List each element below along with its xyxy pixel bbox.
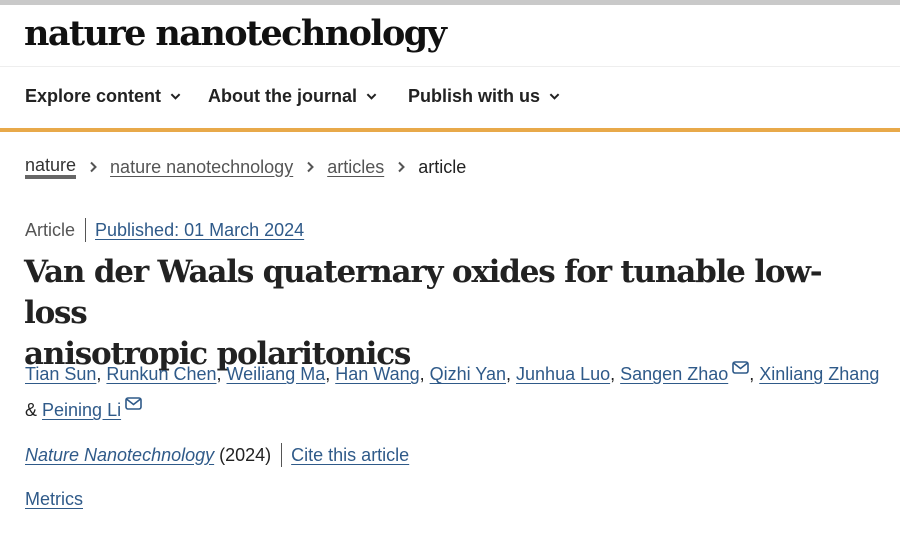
nav-about-journal[interactable]: About the journal: [208, 86, 377, 107]
metrics-link[interactable]: Metrics: [25, 489, 83, 509]
nav-item-label: Explore content: [25, 86, 162, 106]
breadcrumb-articles[interactable]: articles: [327, 157, 384, 178]
published-date-link[interactable]: Published: 01 March 2024: [95, 220, 304, 241]
author-link[interactable]: Qizhi Yan: [430, 364, 506, 384]
chevron-right-icon: [90, 161, 97, 173]
article-title-line-1: Van der Waals quaternary oxides for tuna…: [24, 254, 823, 331]
cite-article-link[interactable]: Cite this article: [291, 445, 409, 466]
author-separator: ,: [96, 364, 107, 384]
author-separator: ,: [419, 364, 430, 384]
author-separator: ,: [610, 364, 621, 384]
breadcrumb-current: article: [418, 156, 467, 177]
nav-publish-with-us[interactable]: Publish with us: [408, 86, 560, 107]
journal-logo[interactable]: nature nanotechnology: [24, 14, 447, 54]
chevron-down-icon: [549, 93, 560, 100]
author-list: Tian Sun, Runkun Chen, Weiliang Ma, Han …: [25, 356, 885, 428]
article-meta: Article Published: 01 March 2024: [25, 218, 304, 242]
divider: [85, 218, 87, 242]
envelope-icon[interactable]: [125, 397, 142, 410]
nav-explore-content[interactable]: Explore content: [25, 86, 181, 107]
author-link[interactable]: Runkun Chen: [106, 364, 216, 384]
breadcrumb: nature nature nanotechnology articles ar…: [25, 155, 466, 179]
nav-item-label: About the journal: [208, 86, 357, 106]
citation-line: Nature Nanotechnology (2024) Cite this a…: [25, 443, 409, 467]
author-link[interactable]: Peining Li: [42, 400, 121, 420]
metrics-section: Metrics: [25, 489, 83, 510]
author-link[interactable]: Junhua Luo: [516, 364, 610, 384]
author-link[interactable]: Xinliang Zhang: [759, 364, 879, 384]
article-type: Article: [25, 219, 76, 240]
chevron-down-icon: [366, 93, 377, 100]
chevron-right-icon: [307, 161, 315, 173]
envelope-icon[interactable]: [732, 361, 750, 374]
masthead: nature nanotechnology: [0, 5, 900, 67]
main-nav: Explore content About the journal Publis…: [0, 67, 900, 129]
author-ampersand: &: [25, 400, 43, 420]
author-link[interactable]: Tian Sun: [25, 364, 96, 384]
author-separator: ,: [216, 364, 227, 384]
author-separator: ,: [506, 364, 517, 384]
nav-item-label: Publish with us: [408, 86, 541, 106]
publication-year: (2024): [219, 444, 272, 465]
author-link[interactable]: Han Wang: [335, 364, 419, 384]
breadcrumb-nature[interactable]: nature: [25, 155, 77, 179]
author-separator: ,: [325, 364, 336, 384]
breadcrumb-nature-nanotechnology[interactable]: nature nanotechnology: [110, 157, 293, 178]
author-link[interactable]: Sangen Zhao: [620, 364, 728, 384]
chevron-down-icon: [170, 93, 181, 100]
author-separator: ,: [749, 364, 760, 384]
nav-accent-rule: [0, 128, 900, 132]
author-link[interactable]: Weiliang Ma: [227, 364, 326, 384]
journal-link[interactable]: Nature Nanotechnology: [25, 445, 214, 466]
chevron-right-icon: [398, 161, 406, 173]
divider: [281, 443, 283, 467]
